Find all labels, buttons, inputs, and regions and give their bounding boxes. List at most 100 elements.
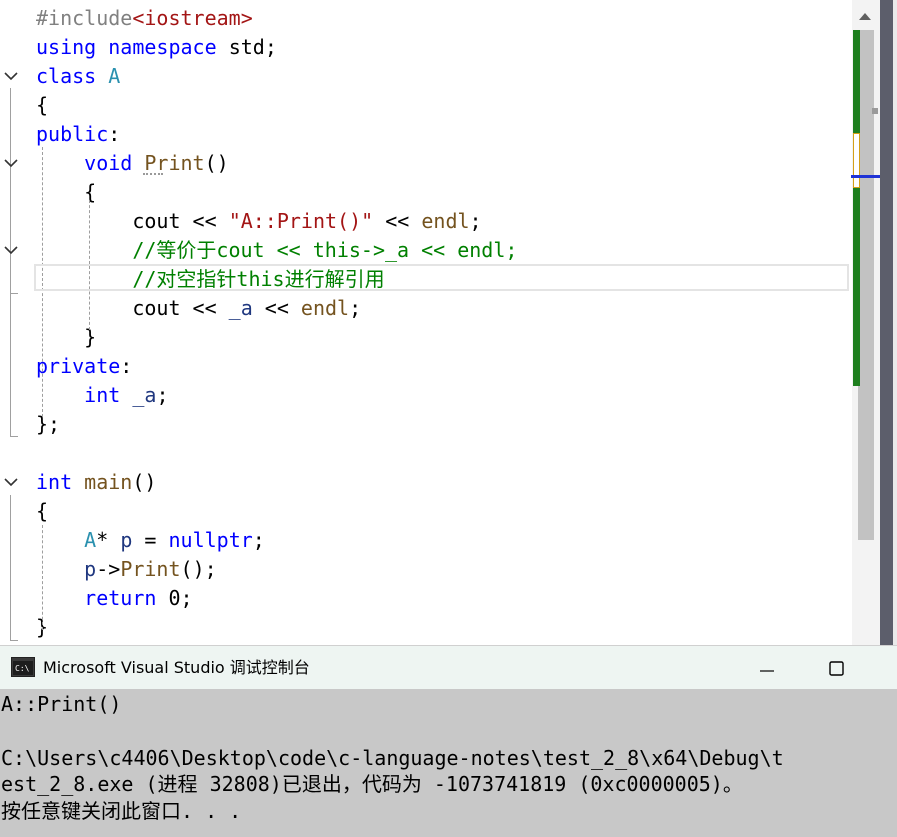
code-token: { (36, 180, 97, 204)
code-line[interactable]: #include<iostream> (36, 4, 253, 33)
console-line: 按任意键关闭此窗口. . . (1, 799, 242, 823)
code-token: std (228, 35, 265, 59)
code-token: ; (349, 296, 362, 320)
code-line[interactable]: }; (36, 410, 60, 439)
code-line[interactable]: { (36, 497, 48, 526)
code-token: return (84, 586, 157, 610)
code-token: { (36, 499, 49, 523)
maximize-button[interactable] (814, 651, 858, 685)
code-token: class (36, 64, 97, 88)
code-token: A (84, 528, 97, 552)
code-token: } (36, 325, 97, 349)
code-token: endl (421, 209, 470, 233)
code-line[interactable]: void Print() (36, 149, 229, 178)
code-line[interactable]: return 0; (36, 584, 193, 613)
fold-chevron-down-icon[interactable] (3, 242, 19, 258)
intellisense-suggestion-dots (143, 171, 163, 175)
code-token: ; (264, 35, 277, 59)
code-token: _a (132, 383, 157, 407)
code-line[interactable]: private: (36, 352, 132, 381)
debug-console-window[interactable]: C:\ Microsoft Visual Studio 调试控制台 A::Pri… (0, 645, 897, 837)
code-line[interactable]: } (36, 323, 96, 352)
code-token: p (120, 528, 133, 552)
code-token: () (132, 470, 157, 494)
code-token: public (36, 122, 109, 146)
code-token: ; (252, 528, 265, 552)
code-token: * (96, 528, 121, 552)
code-line[interactable]: class A (36, 62, 120, 91)
code-token: A (108, 64, 121, 88)
outline-print-end (10, 293, 18, 294)
console-output[interactable]: A::Print() C:\Users\c4406\Desktop\code\c… (0, 689, 897, 837)
code-token: "A::Print()" (228, 209, 374, 233)
code-line[interactable]: cout << _a << endl; (36, 294, 361, 323)
scrollbar-thumb[interactable] (858, 30, 874, 540)
code-line[interactable]: { (36, 91, 48, 120)
code-token: cout (36, 209, 193, 233)
console-line: C:\Users\c4406\Desktop\code\c-language-n… (1, 746, 784, 770)
code-token: private (36, 354, 121, 378)
code-line[interactable]: p->Print(); (36, 555, 217, 584)
fold-chevron-down-icon[interactable] (3, 68, 19, 84)
code-line[interactable]: A* p = nullptr; (36, 526, 265, 555)
code-line[interactable]: cout << "A::Print()" << endl; (36, 207, 481, 236)
scrollbar-tick-mark (872, 108, 878, 114)
code-token: = (132, 528, 169, 552)
code-token: cout << (36, 296, 229, 320)
code-token: nullptr (168, 528, 253, 552)
outline-main-end (10, 640, 18, 641)
console-line: est_2_8.exe (进程 32808)已退出，代码为 -107374181… (1, 772, 743, 796)
outline-class-a-end (10, 436, 18, 437)
code-line[interactable]: //等价于cout << this->_a << endl; (36, 236, 517, 265)
code-token: #include (36, 6, 133, 30)
code-token: using (36, 35, 97, 59)
code-line[interactable]: { (36, 178, 96, 207)
code-token: ; (156, 383, 169, 407)
console-titlebar[interactable]: C:\ Microsoft Visual Studio 调试控制台 (0, 645, 897, 689)
scroll-up-arrow-icon[interactable] (856, 8, 874, 26)
minimize-button[interactable] (745, 651, 789, 685)
code-token: Print (120, 557, 181, 581)
code-token: namespace (108, 35, 217, 59)
outline-print (10, 177, 11, 293)
code-editor[interactable]: #include<iostream> using namespace std; cl… (0, 0, 852, 645)
unsaved-change-marker (853, 133, 860, 188)
code-token: { (36, 93, 49, 117)
change-tracking-bar (853, 30, 860, 386)
code-token: (); (180, 557, 217, 581)
code-token: << (252, 296, 301, 320)
code-token: << (192, 209, 217, 233)
code-line[interactable]: public: (36, 120, 120, 149)
caret-position-marker (851, 175, 881, 178)
code-token: -> (96, 557, 121, 581)
console-app-icon: C:\ (11, 657, 35, 677)
fold-chevron-down-icon[interactable] (3, 474, 19, 490)
code-token: << (373, 209, 422, 233)
code-line[interactable]: int main() (36, 468, 156, 497)
code-token: <iostream> (132, 6, 253, 30)
code-token: int (84, 383, 121, 407)
code-line[interactable]: using namespace std; (36, 33, 277, 62)
code-token: void (84, 151, 133, 175)
code-token: }; (36, 412, 61, 436)
code-line[interactable]: int _a; (36, 381, 168, 410)
console-line: A::Print() (1, 692, 122, 716)
code-token: 0; (156, 586, 193, 610)
code-token: () (204, 151, 229, 175)
code-token: p (84, 557, 97, 581)
code-token: endl (300, 296, 350, 320)
code-token: int (36, 470, 73, 494)
indent-guide-main (42, 525, 43, 630)
fold-chevron-down-icon[interactable] (3, 155, 19, 171)
